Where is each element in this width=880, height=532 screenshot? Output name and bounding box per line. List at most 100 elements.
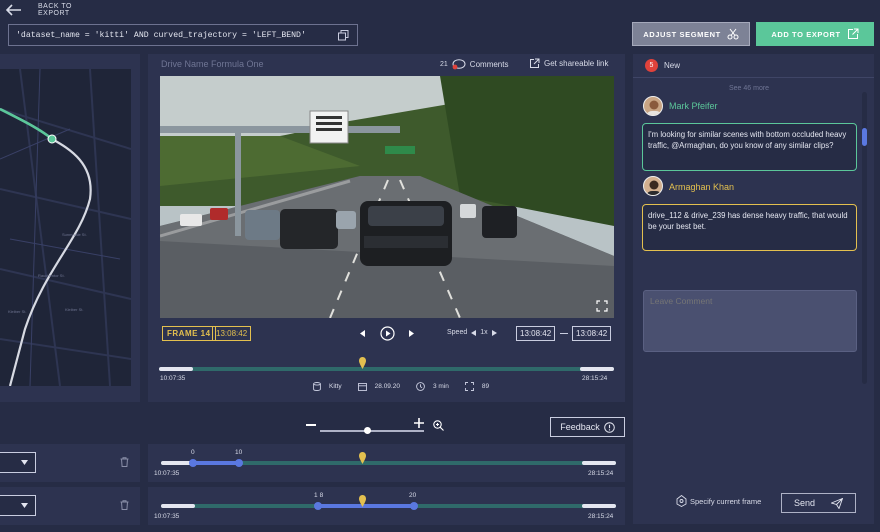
prev-frame-button[interactable]: [360, 330, 366, 337]
playhead-marker[interactable]: [359, 495, 366, 507]
selected-range: [193, 461, 239, 465]
segment-dropdown[interactable]: [0, 452, 36, 473]
adjust-segment-label: ADJUST SEGMENT: [643, 29, 721, 39]
clock-icon: [416, 382, 425, 391]
avatar: [643, 96, 663, 116]
zoom-in-button[interactable]: [414, 418, 424, 428]
segment-track[interactable]: [161, 459, 616, 467]
timeline-start: 10:07:35: [160, 375, 186, 382]
track-start-time: 10:07:35: [154, 513, 180, 520]
alert-icon: [603, 421, 615, 433]
range-label-start: 0: [191, 449, 195, 456]
timeline-end: 28:15:24: [582, 375, 608, 382]
add-to-export-label: ADD TO EXPORT: [771, 29, 841, 39]
feedback-button[interactable]: Feedback: [550, 417, 625, 437]
map-panel[interactable]: Sunnyvale St. Rauchentor St. Kleiber St.…: [0, 54, 140, 402]
frame-time: 13:08:42: [216, 329, 248, 338]
speed-decrease-icon[interactable]: [471, 329, 477, 336]
range-label-end: 20: [409, 492, 417, 499]
new-comments-header[interactable]: 5 New: [633, 54, 874, 78]
comment-author: Armaghan Khan: [669, 182, 735, 192]
specify-frame-button[interactable]: Specify current frame: [676, 495, 761, 507]
street-label: Sunnyvale St.: [62, 232, 87, 237]
specify-label: Specify current frame: [690, 496, 762, 506]
frames-icon: [464, 382, 474, 391]
copy-icon[interactable]: [338, 30, 349, 41]
scrollbar-thumb[interactable]: [862, 128, 867, 146]
comment-author: Mark Pfeifer: [669, 101, 718, 111]
range-label-end: 10: [235, 449, 243, 456]
trash-icon[interactable]: [120, 500, 129, 510]
speed-label: Speed: [447, 329, 468, 336]
new-count: 5: [649, 62, 654, 69]
timeline-start-cap: [159, 367, 193, 371]
timeline-end-cap: [580, 367, 614, 371]
speed-control[interactable]: Speed 1x: [447, 329, 497, 336]
avatar: [643, 176, 663, 196]
main-timeline[interactable]: [159, 367, 614, 371]
frame-time-box: 13:08:42: [212, 326, 252, 341]
range-handle-left[interactable]: [189, 459, 197, 467]
add-to-export-button[interactable]: ADD TO EXPORT: [756, 22, 874, 46]
zoom-out-button[interactable]: [306, 424, 316, 426]
back-button[interactable]: BACK TO EXPORT: [6, 3, 106, 17]
next-frame-button[interactable]: [408, 330, 414, 337]
send-button[interactable]: Send: [781, 493, 856, 513]
zoom-search-icon[interactable]: [433, 420, 444, 431]
comment-bubble: drive_112 & drive_239 has dense heavy tr…: [642, 204, 857, 251]
street-label: Rauchentor St.: [38, 273, 65, 278]
meta-row: Kitty 28.09.20 3 min 89: [313, 382, 489, 391]
comment-text: I'm looking for similar scenes with bott…: [648, 130, 847, 150]
query-field[interactable]: 'dataset_name = 'kitti' AND curved_traje…: [8, 24, 358, 46]
comments-label: Comments: [469, 60, 509, 69]
segment-select-panel: [0, 444, 140, 482]
comments-link[interactable]: 21 Comments: [440, 59, 508, 70]
range-separator: [560, 333, 568, 334]
share-link[interactable]: Get shareable link: [529, 58, 608, 69]
trash-icon[interactable]: [120, 457, 129, 467]
comments-scrollbar[interactable]: [862, 92, 867, 384]
comments-count: 21: [440, 61, 448, 68]
back-arrow-icon: [6, 4, 22, 16]
chevron-down-icon: [21, 503, 28, 508]
speed-increase-icon[interactable]: [491, 329, 497, 336]
scissors-icon: [727, 28, 739, 40]
see-more-link[interactable]: See 46 more: [729, 85, 769, 92]
video-frame[interactable]: [160, 76, 614, 318]
zoom-slider-knob[interactable]: [364, 427, 372, 434]
share-label: Get shareable link: [544, 59, 609, 68]
track-start-cap: [161, 504, 195, 508]
speed-value: 1x: [480, 329, 488, 336]
range-handle-right[interactable]: [410, 502, 418, 510]
street-label: Kleiber St.: [8, 309, 27, 314]
comment-icon: [452, 59, 466, 70]
range-start-box[interactable]: 13:08:42: [516, 326, 556, 341]
play-button[interactable]: [380, 326, 395, 341]
frame-capture-icon: [676, 495, 687, 507]
map-view[interactable]: Sunnyvale St. Rauchentor St. Kleiber St.…: [0, 69, 131, 386]
video-title: Drive Name Formula One: [161, 59, 264, 69]
comment-input[interactable]: [643, 290, 857, 352]
range-end: 13:08:42: [576, 329, 608, 338]
segment-dropdown[interactable]: [0, 495, 36, 516]
new-label: New: [664, 61, 681, 70]
back-label: BACK TO EXPORT: [38, 3, 72, 17]
playhead-marker[interactable]: [359, 452, 366, 464]
fullscreen-icon[interactable]: [596, 300, 608, 312]
track-start-time: 10:07:35: [154, 470, 180, 477]
range-handle-right[interactable]: [235, 459, 243, 467]
segment-track[interactable]: [161, 502, 616, 510]
range-label-start: 18: [314, 492, 326, 499]
playhead-marker[interactable]: [359, 357, 366, 369]
frame-label: FRAME 14: [167, 329, 211, 338]
calendar-icon: [357, 382, 367, 391]
range-end-box[interactable]: 13:08:42: [572, 326, 612, 341]
zoom-slider[interactable]: [320, 427, 424, 434]
adjust-segment-button[interactable]: ADJUST SEGMENT: [632, 22, 750, 46]
video-panel: Drive Name Formula One 21 Comments Get s…: [148, 54, 625, 402]
new-count-badge: 5: [645, 59, 658, 72]
send-icon: [831, 497, 844, 509]
range-handle-left[interactable]: [314, 502, 322, 510]
track-end-time: 28:15:24: [588, 470, 614, 477]
chevron-down-icon: [21, 460, 28, 465]
